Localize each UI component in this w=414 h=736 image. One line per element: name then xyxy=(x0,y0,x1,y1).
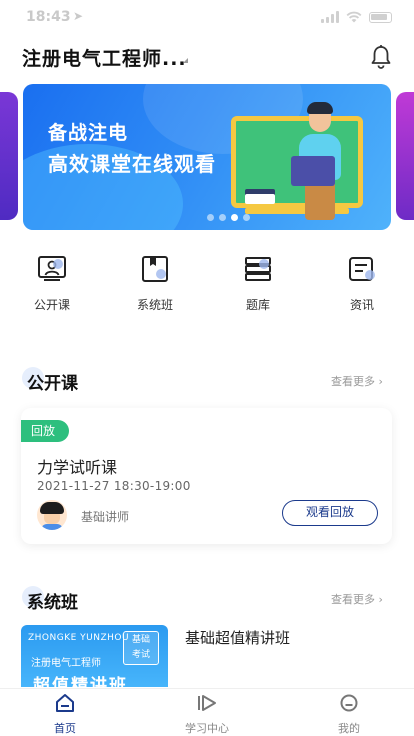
class-datetime: 2021-11-27 18:30-19:00 xyxy=(37,479,191,493)
thumbnail-tag: 基础 考试 xyxy=(123,631,159,665)
quick-nav: 公开课 系统班 题库 资讯 xyxy=(0,254,414,314)
question-bank-icon xyxy=(245,257,271,281)
home-icon xyxy=(56,694,74,712)
bottom-tab-bar: 首页 学习中心 我的 xyxy=(0,688,414,736)
tab-home[interactable]: 首页 xyxy=(15,693,115,736)
tab-label: 首页 xyxy=(54,722,76,735)
banner-prev-slide[interactable] xyxy=(0,92,18,220)
banner-next-slide[interactable] xyxy=(396,92,414,220)
bell-icon[interactable] xyxy=(367,43,395,71)
status-indicators xyxy=(321,11,392,23)
quick-nav-label: 题库 xyxy=(245,298,270,312)
thumbnail-tag-line: 基础 xyxy=(131,635,150,645)
live-class-icon xyxy=(38,256,66,281)
status-time: 18:43 xyxy=(26,9,71,25)
quick-nav-label: 公开课 xyxy=(33,298,70,312)
books-illustration xyxy=(245,194,275,204)
replay-badge: 回放 xyxy=(21,420,70,442)
section-title-public-class: 公开课 xyxy=(27,374,78,394)
student-illustration-hair xyxy=(307,102,333,114)
quick-nav-label: 系统班 xyxy=(136,298,173,312)
class-title: 力学试听课 xyxy=(37,458,118,477)
teacher-avatar xyxy=(37,500,67,530)
public-class-card[interactable]: 回放 力学试听课 2021-11-27 18:30-19:00 基础讲师 观看回… xyxy=(21,408,392,544)
system-class-more-link[interactable]: 查看更多 › xyxy=(331,591,383,607)
avatar-shirt xyxy=(41,524,63,530)
course-thumbnail[interactable]: ZHONGKE YUNZHOU 注册电气工程师 基础 考试 超值精讲班 xyxy=(21,625,168,687)
thumbnail-tag-line: 考试 xyxy=(131,650,150,660)
watch-replay-button[interactable]: 观看回放 xyxy=(282,500,378,526)
thumbnail-brand-text: ZHONGKE YUNZHOU xyxy=(28,633,130,643)
quick-nav-news[interactable]: 资讯 xyxy=(327,254,397,313)
carousel-dot[interactable] xyxy=(219,214,226,221)
carousel-dot[interactable] xyxy=(231,214,238,221)
tab-label: 我的 xyxy=(338,722,360,735)
banner-slide[interactable]: 备战注电 高效课堂在线观看 xyxy=(23,84,391,230)
quick-nav-public-class[interactable]: 公开课 xyxy=(17,254,87,313)
course-name[interactable]: 基础超值精讲班 xyxy=(185,627,290,648)
tab-profile[interactable]: 我的 xyxy=(299,693,399,736)
profile-icon xyxy=(340,694,358,712)
quick-nav-question-bank[interactable]: 题库 xyxy=(223,254,293,313)
carousel-dot[interactable] xyxy=(243,214,250,221)
status-bar: 18:43 ➤ xyxy=(0,0,414,34)
banner-subheadline: 高效课堂在线观看 xyxy=(48,152,216,176)
thumbnail-course-text: 超值精讲班 xyxy=(33,676,128,687)
battery-icon xyxy=(369,11,392,23)
tab-label: 学习中心 xyxy=(185,722,229,735)
exam-selector-caret-icon[interactable] xyxy=(183,58,188,63)
cellular-signal-icon xyxy=(321,11,339,23)
section-title-system-class: 系统班 xyxy=(27,593,78,613)
location-arrow-icon: ➤ xyxy=(73,9,84,23)
banner-headline: 备战注电 xyxy=(48,122,129,144)
carousel-indicator xyxy=(207,214,250,221)
wifi-icon xyxy=(346,11,362,23)
course-book-icon xyxy=(142,256,168,282)
study-center-icon xyxy=(198,695,216,711)
thumbnail-exam-text: 注册电气工程师 xyxy=(31,658,101,669)
quick-nav-system-class[interactable]: 系统班 xyxy=(120,254,190,313)
news-icon xyxy=(349,257,375,281)
public-class-more-link[interactable]: 查看更多 › xyxy=(331,373,383,389)
laptop-illustration xyxy=(291,156,335,186)
carousel-dot[interactable] xyxy=(207,214,214,221)
tab-study-center[interactable]: 学习中心 xyxy=(157,693,257,736)
quick-nav-label: 资讯 xyxy=(349,298,374,312)
teacher-name: 基础讲师 xyxy=(81,510,130,524)
exam-selector-title[interactable]: 注册电气工程师... xyxy=(22,44,187,71)
banner-carousel[interactable]: 备战注电 高效课堂在线观看 xyxy=(0,84,414,230)
student-illustration-legs xyxy=(305,180,335,220)
avatar-hair xyxy=(40,502,64,514)
